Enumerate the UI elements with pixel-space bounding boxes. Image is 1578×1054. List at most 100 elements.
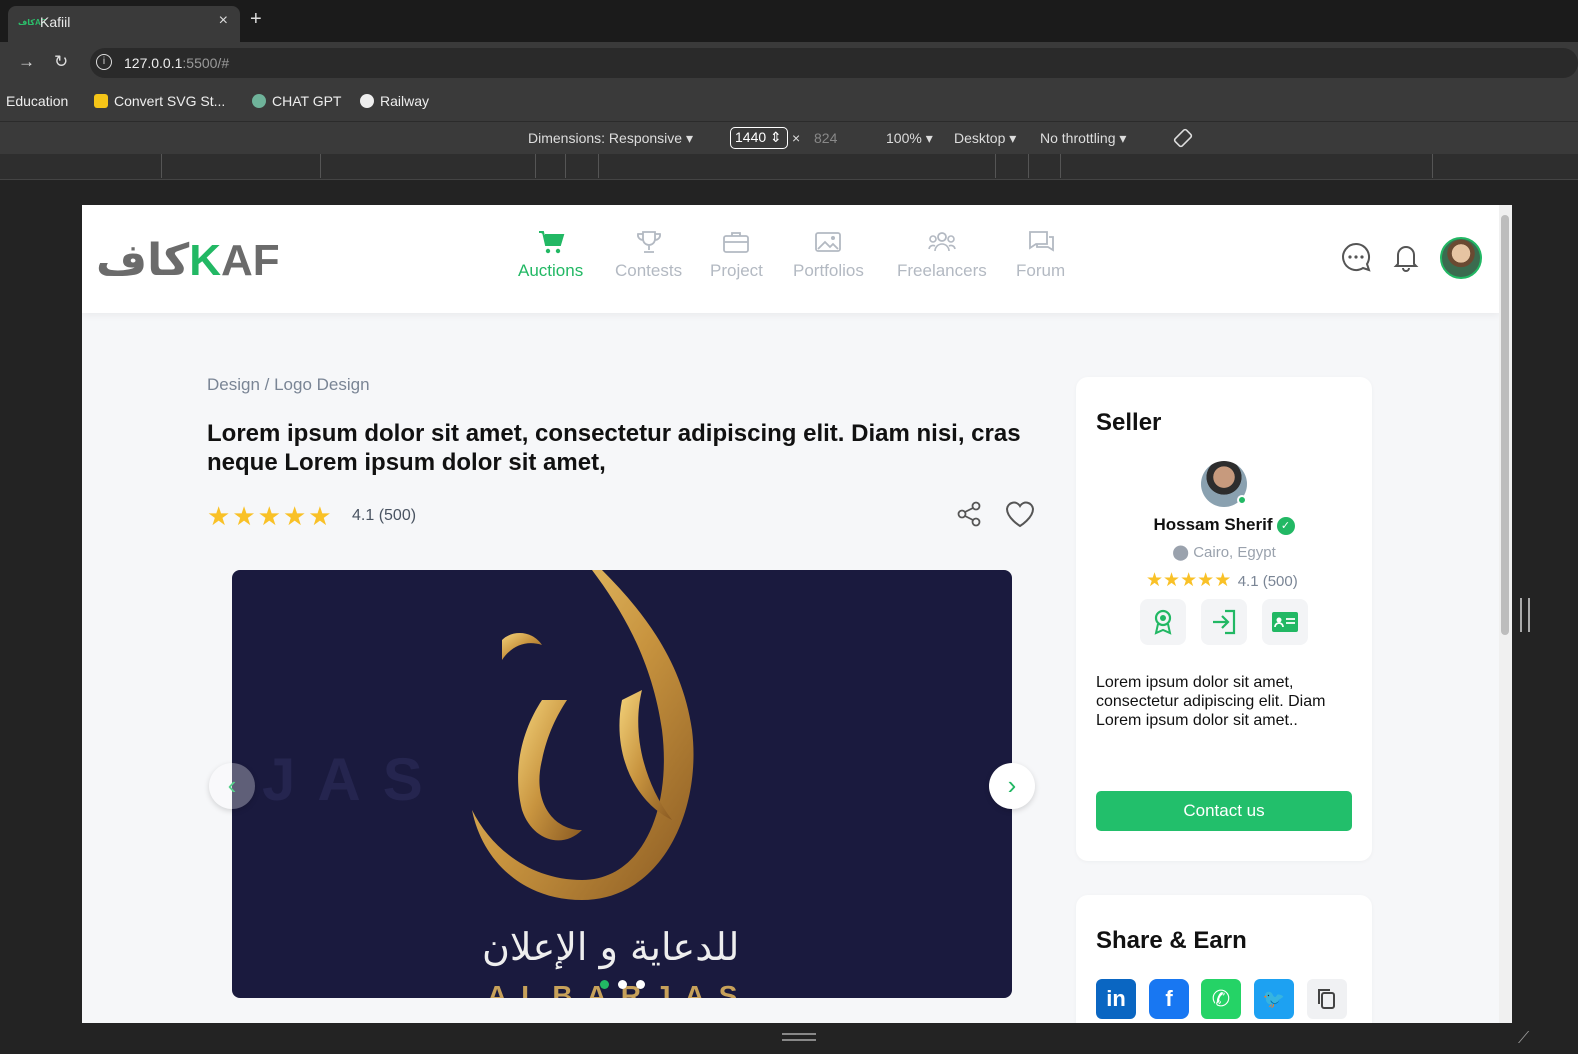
- convert-svg-icon: [94, 94, 108, 108]
- nav-contests[interactable]: Contests: [615, 229, 682, 281]
- viewport-resize-handle[interactable]: [1520, 598, 1530, 632]
- seller-name-row: Hossam Sherif ✓: [1076, 515, 1372, 535]
- seller-name[interactable]: Hossam Sherif: [1153, 515, 1272, 534]
- url-path: :5500/#: [182, 55, 230, 71]
- url-box[interactable]: i 127.0.0.1:5500/#: [90, 48, 1578, 78]
- share-icon[interactable]: [956, 501, 982, 527]
- reload-icon[interactable]: ↻: [54, 52, 68, 72]
- id-card-icon: [1272, 612, 1298, 632]
- ruler-tick[interactable]: [995, 154, 996, 178]
- resize-corner-icon[interactable]: ⟋: [1518, 1030, 1529, 1048]
- close-tab-icon[interactable]: ×: [219, 12, 228, 30]
- product-title: Lorem ipsum dolor sit amet, consectetur …: [207, 420, 1021, 476]
- viewport-bottom-handle[interactable]: [782, 1033, 816, 1041]
- award-badge[interactable]: [1140, 599, 1186, 645]
- logo-k: K: [189, 236, 222, 285]
- trophy-icon: [636, 231, 661, 253]
- verified-icon: ✓: [1276, 517, 1295, 535]
- nav-label: Project: [710, 261, 763, 280]
- facebook-share-button[interactable]: f: [1149, 979, 1189, 1019]
- messages-icon[interactable]: [1340, 241, 1372, 273]
- height-input[interactable]: 824: [814, 130, 837, 146]
- star-icon: ★: [232, 501, 256, 531]
- star-icon: ★: [1214, 570, 1232, 591]
- width-input[interactable]: 1440 ⇕: [730, 127, 788, 149]
- star-icon: ★: [1163, 570, 1181, 591]
- logo-af: AF: [221, 236, 280, 285]
- browser-tabbar: كافAF Kafiil × +: [0, 0, 1578, 42]
- ruler-tick[interactable]: [598, 154, 599, 178]
- carousel-next-button[interactable]: ›: [989, 763, 1035, 809]
- logo-arabic: كاف: [96, 236, 190, 285]
- bookmark-railway[interactable]: Railway: [360, 93, 429, 109]
- times-symbol: ×: [792, 130, 801, 146]
- user-avatar[interactable]: [1440, 237, 1482, 279]
- copy-link-button[interactable]: [1307, 979, 1347, 1019]
- carousel-dots: [600, 976, 654, 994]
- nav-auctions[interactable]: Auctions: [518, 229, 583, 281]
- scrollbar-thumb[interactable]: [1501, 215, 1509, 635]
- heart-icon[interactable]: [1004, 499, 1036, 529]
- nav-portfolios[interactable]: Portfolios: [793, 229, 864, 281]
- url-text[interactable]: 127.0.0.1:5500/#: [124, 55, 229, 71]
- device-toolbar: Dimensions: Responsive ▾ 1440 ⇕ × 824 10…: [0, 122, 1578, 154]
- bookmark-chatgpt[interactable]: CHAT GPT: [252, 93, 342, 109]
- ruler-tick[interactable]: [565, 154, 566, 178]
- breadcrumb[interactable]: Design / Logo Design: [207, 375, 370, 395]
- seller-avatar[interactable]: [1201, 461, 1247, 507]
- nav-project[interactable]: Project: [710, 229, 763, 281]
- whatsapp-icon: ✆: [1211, 986, 1231, 1011]
- login-badge[interactable]: [1201, 599, 1247, 645]
- whatsapp-share-button[interactable]: ✆: [1201, 979, 1241, 1019]
- carousel-dot[interactable]: [636, 980, 645, 989]
- ruler-tick[interactable]: [1028, 154, 1029, 178]
- contact-us-button[interactable]: Contact us: [1096, 791, 1352, 831]
- ruler-tick[interactable]: [1432, 154, 1433, 178]
- site-info-icon[interactable]: i: [96, 54, 112, 70]
- railway-icon: [360, 94, 374, 108]
- rotate-icon[interactable]: [1172, 127, 1194, 149]
- kafiil-favicon-icon: كافAF: [18, 18, 46, 27]
- bookmark-convert-svg[interactable]: Convert SVG St...: [94, 93, 225, 109]
- page-viewport: كافKAF Auctions Contests Project Portfol…: [82, 205, 1512, 1023]
- ruler-tick[interactable]: [161, 154, 162, 178]
- carousel-dot[interactable]: [618, 980, 627, 989]
- linkedin-share-button[interactable]: in: [1096, 979, 1136, 1019]
- online-indicator: [1237, 495, 1247, 505]
- twitter-share-button[interactable]: 🐦: [1254, 979, 1294, 1019]
- browser-tab[interactable]: كافAF Kafiil ×: [8, 6, 240, 42]
- carousel-dot[interactable]: [600, 980, 609, 989]
- carousel-watermark: JAS: [262, 746, 445, 813]
- image-carousel[interactable]: JAS للدعاية و الإعلان ALBARJAS: [232, 570, 1012, 998]
- kafiil-logo[interactable]: كافKAF: [96, 235, 280, 285]
- seller-card: Seller Hossam Sherif ✓ ⬤ Cairo, Egypt ★★★…: [1076, 377, 1372, 861]
- new-tab-button[interactable]: +: [250, 8, 262, 31]
- ruler-tick[interactable]: [320, 154, 321, 178]
- seller-location-row: ⬤ Cairo, Egypt: [1076, 543, 1372, 561]
- nav-freelancers[interactable]: Freelancers: [897, 229, 987, 281]
- star-icon: ★: [1146, 570, 1164, 591]
- bookmark-education[interactable]: Education: [6, 93, 68, 109]
- zoom-select[interactable]: 100% ▾: [886, 130, 933, 147]
- bookmark-label: Convert SVG St...: [114, 93, 226, 109]
- seller-rating: ★★★★★ 4.1 (500): [1146, 569, 1298, 592]
- bookmark-label: CHAT GPT: [272, 93, 342, 109]
- forward-icon[interactable]: →: [18, 52, 35, 72]
- id-card-badge[interactable]: [1262, 599, 1308, 645]
- nav-forum[interactable]: Forum: [1016, 229, 1065, 281]
- ruler-tick[interactable]: [1060, 154, 1061, 178]
- carousel-prev-button[interactable]: ‹: [209, 763, 255, 809]
- carousel-arabic-tagline: للدعاية و الإعلان: [482, 925, 740, 969]
- login-icon: [1213, 609, 1236, 635]
- ruler-tick[interactable]: [535, 154, 536, 178]
- bell-icon[interactable]: [1390, 241, 1422, 273]
- facebook-icon: f: [1165, 986, 1173, 1011]
- throttling-select[interactable]: No throttling ▾: [1040, 130, 1126, 147]
- page-scrollbar[interactable]: [1499, 205, 1512, 1023]
- seller-rating-text: 4.1 (500): [1237, 573, 1298, 590]
- device-select[interactable]: Desktop ▾: [954, 130, 1016, 147]
- seller-heading: Seller: [1096, 409, 1162, 436]
- bookmark-label: Education: [6, 93, 69, 109]
- cart-icon: [538, 231, 564, 254]
- dimensions-select[interactable]: Dimensions: Responsive ▾: [528, 130, 693, 147]
